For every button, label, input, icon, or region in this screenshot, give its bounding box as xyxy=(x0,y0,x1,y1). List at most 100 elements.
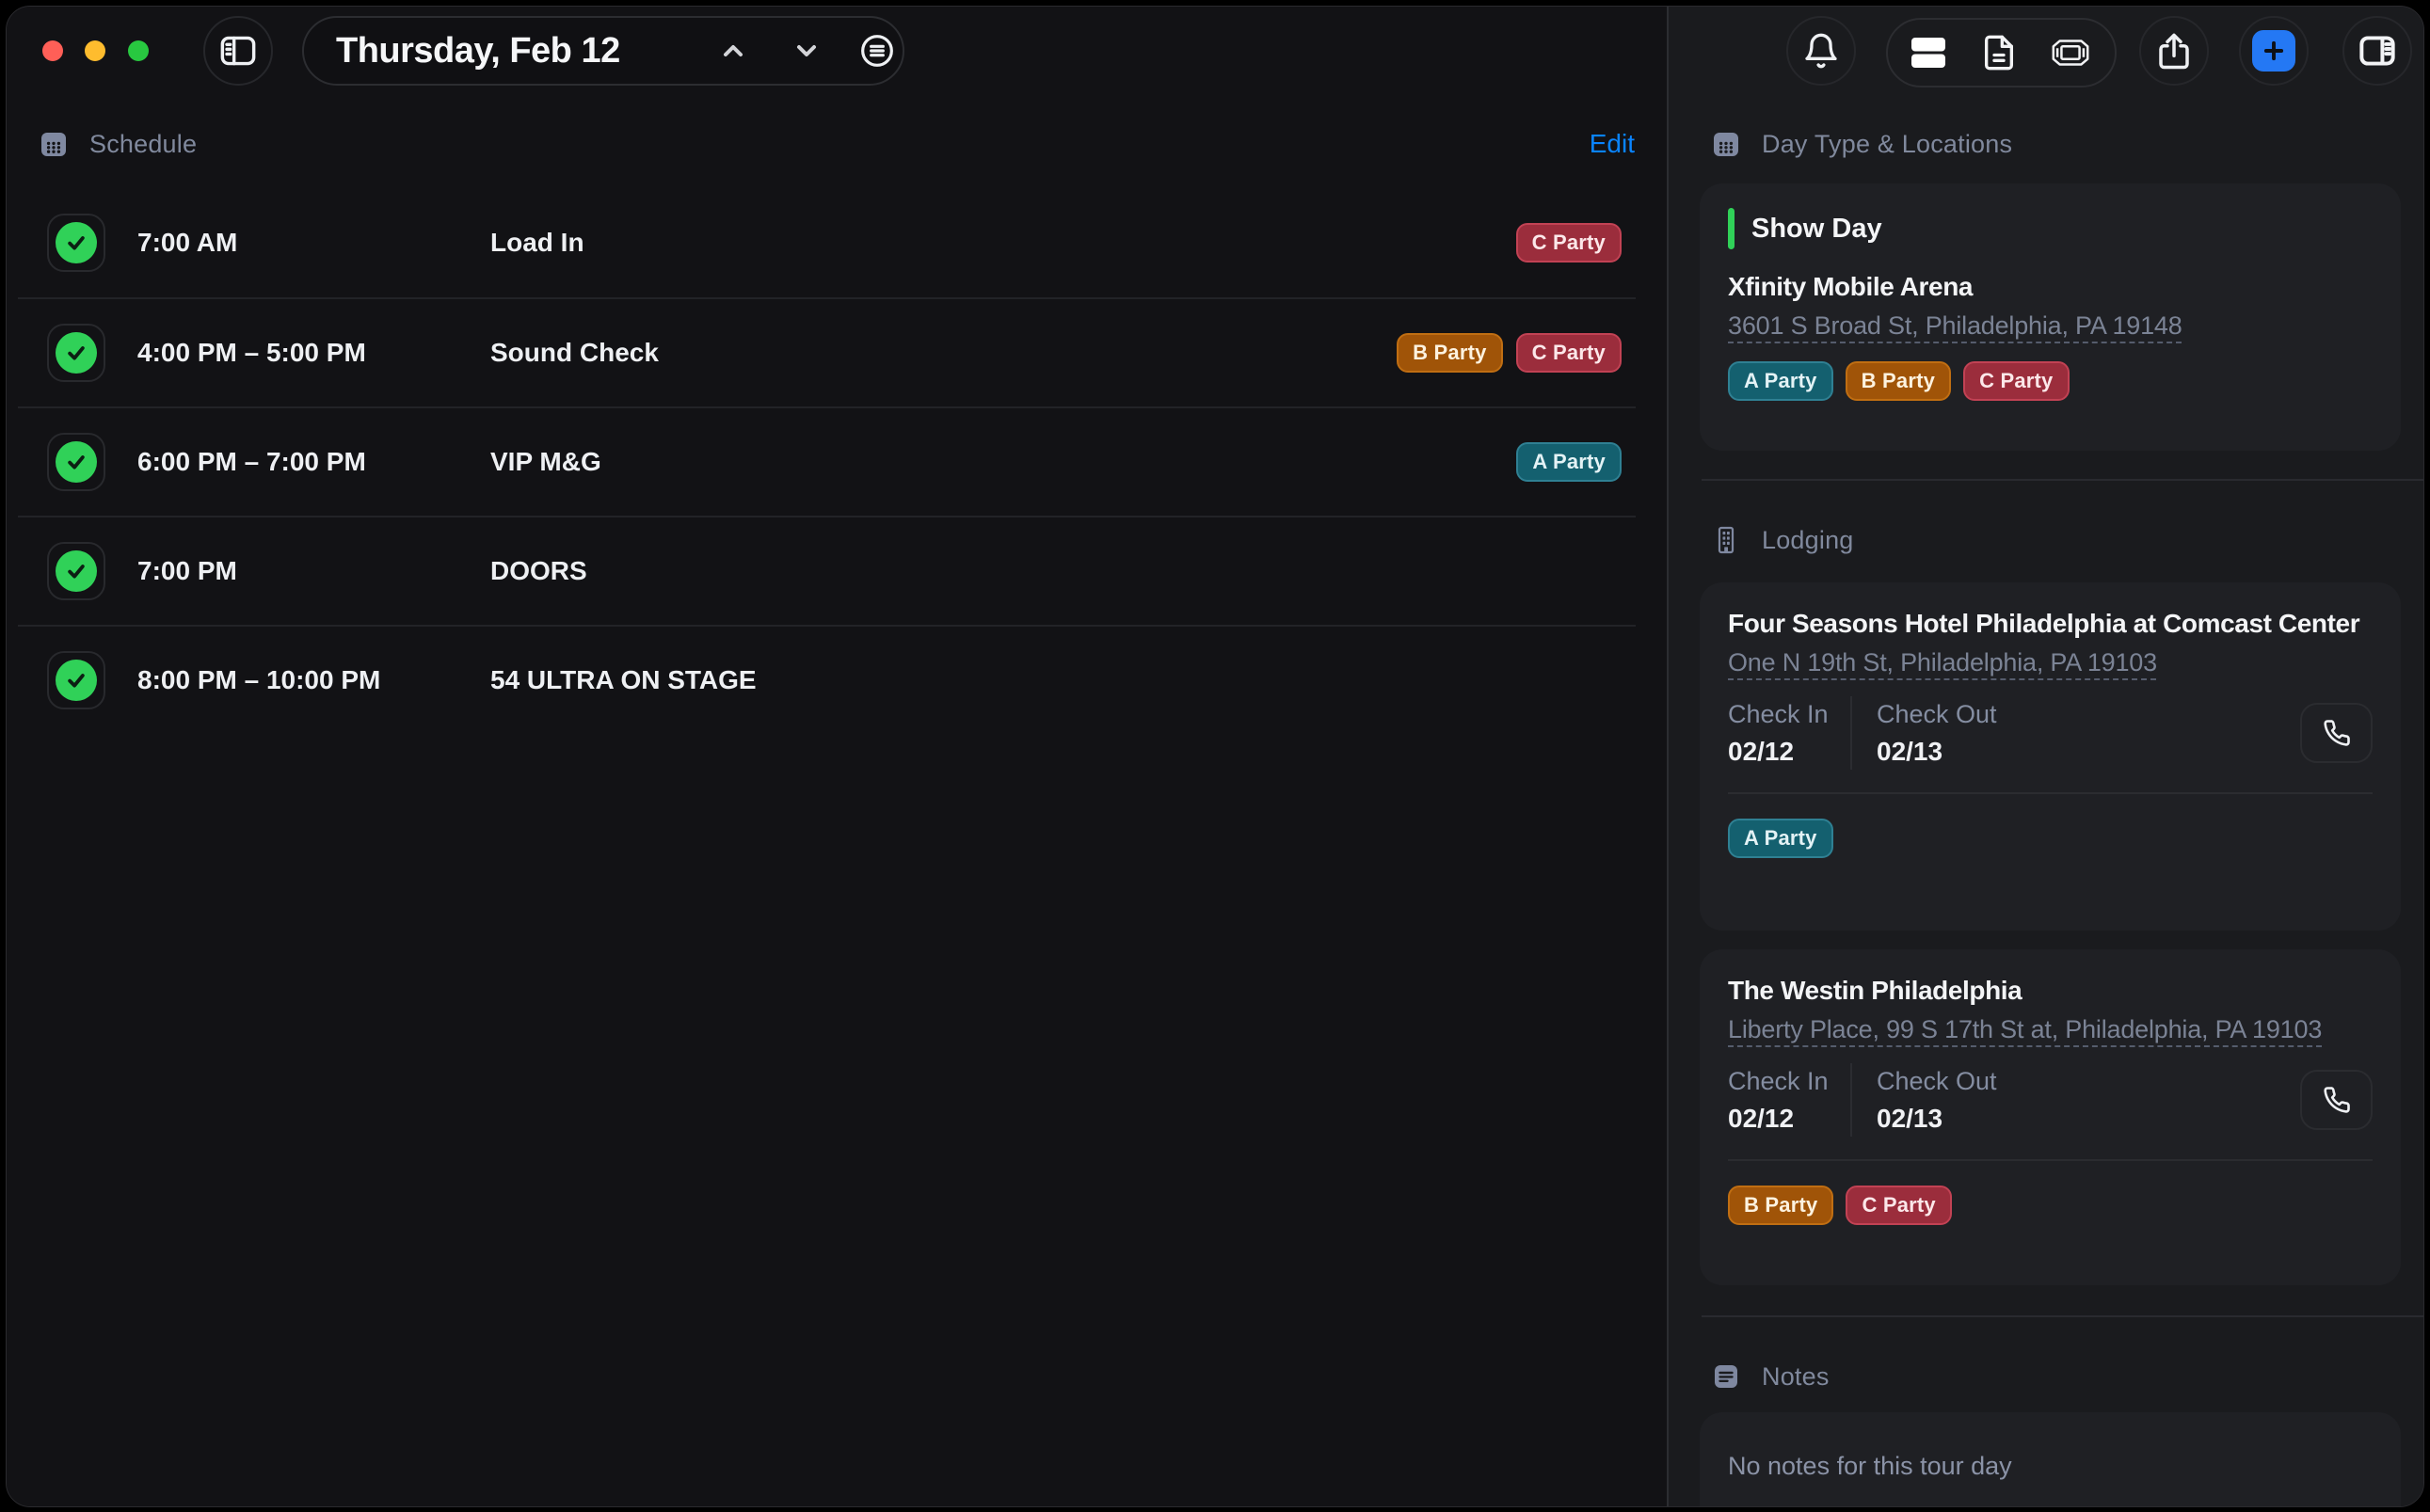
check-in-label: Check In xyxy=(1728,1067,1846,1096)
document-icon xyxy=(1980,34,2018,72)
details-sidebar-toggle-button[interactable] xyxy=(2342,16,2412,86)
party-badge: A Party xyxy=(1728,819,1833,858)
event-time: 7:00 PM xyxy=(137,556,490,586)
check-out-label: Check Out xyxy=(1877,1067,1997,1096)
party-badge: C Party xyxy=(1516,333,1622,373)
phone-icon xyxy=(2323,719,2351,747)
party-badge: A Party xyxy=(1728,361,1833,401)
day-type-row: Show Day xyxy=(1728,208,2373,249)
event-complete-button[interactable] xyxy=(47,214,105,272)
call-hotel-button[interactable] xyxy=(2300,703,2373,763)
bell-icon xyxy=(1802,32,1840,70)
cards-view-icon xyxy=(1910,34,1947,72)
sidebar-toggle-button[interactable] xyxy=(203,16,273,86)
check-circle-icon xyxy=(56,332,97,374)
party-badge: C Party xyxy=(1963,361,2069,401)
section-separator xyxy=(1702,1315,2423,1317)
check-in-date: 02/12 xyxy=(1728,1104,1846,1134)
lodging-card: The Westin Philadelphia Liberty Place, 9… xyxy=(1700,949,2401,1285)
party-badge: B Party xyxy=(1846,361,1951,401)
venue-badges: A Party B Party C Party xyxy=(1728,361,2373,401)
sidebar-left-icon xyxy=(217,33,259,69)
party-badge: B Party xyxy=(1728,1186,1833,1225)
event-title: 54 ULTRA ON STAGE xyxy=(490,665,1622,695)
event-complete-button[interactable] xyxy=(47,433,105,491)
schedule-section-header: Schedule xyxy=(39,123,197,165)
check-circle-icon xyxy=(56,222,97,263)
details-panel: Day Type & Locations Show Day Xfinity Mo… xyxy=(1669,7,2424,1506)
view-switcher xyxy=(1886,18,2117,88)
hotel-address-link[interactable]: One N 19th St, Philadelphia, PA 19103 xyxy=(1728,648,2157,677)
notifications-button[interactable] xyxy=(1786,16,1856,86)
check-out-date: 02/13 xyxy=(1877,737,1997,767)
ticket-view-button[interactable] xyxy=(2049,34,2092,72)
check-out-column: Check Out 02/13 xyxy=(1877,1067,1997,1134)
party-badge: B Party xyxy=(1397,333,1502,373)
check-divider xyxy=(1850,1063,1852,1137)
notes-section-header: Notes xyxy=(1711,1356,1830,1397)
calendar-icon xyxy=(1711,129,1741,159)
hotel-name: The Westin Philadelphia xyxy=(1728,976,2373,1006)
check-in-date: 02/12 xyxy=(1728,737,1846,767)
schedule-row[interactable]: 7:00 PM DOORS xyxy=(18,516,1636,625)
day-menu-icon[interactable] xyxy=(858,32,896,70)
event-time: 6:00 PM – 7:00 PM xyxy=(137,447,490,477)
chevron-down-icon[interactable] xyxy=(791,36,822,66)
event-title: DOORS xyxy=(490,556,1622,586)
day-type-accent-bar xyxy=(1728,208,1735,249)
notes-empty-text: No notes for this tour day xyxy=(1728,1452,2373,1481)
schedule-row[interactable]: 4:00 PM – 5:00 PM Sound Check B Party C P… xyxy=(18,297,1636,406)
schedule-list: 7:00 AM Load In C Party 4:00 PM – 5:00 P… xyxy=(18,188,1636,734)
chevron-up-icon[interactable] xyxy=(718,36,748,66)
document-view-button[interactable] xyxy=(1980,34,2018,72)
schedule-row[interactable]: 7:00 AM Load In C Party xyxy=(18,188,1636,297)
event-complete-button[interactable] xyxy=(47,651,105,709)
event-complete-button[interactable] xyxy=(47,542,105,600)
event-time: 4:00 PM – 5:00 PM xyxy=(137,338,490,368)
event-time: 7:00 AM xyxy=(137,228,490,258)
day-type-section-title: Day Type & Locations xyxy=(1762,130,2012,159)
check-in-out-block: Check In 02/12 Check Out 02/13 xyxy=(1728,696,2373,770)
schedule-panel: Schedule Edit 7:00 AM Load In C Party 4:… xyxy=(7,7,1667,1506)
toolbar: Thursday, Feb 12 xyxy=(7,7,2423,106)
schedule-row[interactable]: 8:00 PM – 10:00 PM 54 ULTRA ON STAGE xyxy=(18,625,1636,734)
current-date-label: Thursday, Feb 12 xyxy=(336,31,620,72)
hotel-badges: B PartyC Party xyxy=(1728,1186,2373,1225)
cards-view-button[interactable] xyxy=(1910,34,1947,72)
lodging-section-header: Lodging xyxy=(1711,519,1854,561)
check-circle-icon xyxy=(56,441,97,483)
ticket-icon xyxy=(2049,34,2092,72)
event-time: 8:00 PM – 10:00 PM xyxy=(137,665,490,695)
venue-name: Xfinity Mobile Arena xyxy=(1728,272,2373,302)
schedule-section-title: Schedule xyxy=(89,130,197,159)
close-window-button[interactable] xyxy=(42,40,63,61)
hotel-name: Four Seasons Hotel Philadelphia at Comca… xyxy=(1728,609,2373,639)
app-window: Schedule Edit 7:00 AM Load In C Party 4:… xyxy=(6,6,2424,1507)
event-title: Sound Check xyxy=(490,338,1397,368)
hotel-badges: A Party xyxy=(1728,819,2373,858)
check-out-date: 02/13 xyxy=(1877,1104,1997,1134)
share-icon xyxy=(2154,31,2194,71)
add-button[interactable] xyxy=(2239,16,2309,86)
schedule-row[interactable]: 6:00 PM – 7:00 PM VIP M&G A Party xyxy=(18,406,1636,516)
day-type-label: Show Day xyxy=(1751,214,1882,245)
date-selector[interactable]: Thursday, Feb 12 xyxy=(302,16,904,86)
event-badges: C Party xyxy=(1516,223,1622,263)
building-icon xyxy=(1711,525,1741,555)
hotel-address-link[interactable]: Liberty Place, 99 S 17th St at, Philadel… xyxy=(1728,1015,2322,1044)
event-complete-button[interactable] xyxy=(47,324,105,382)
share-button[interactable] xyxy=(2139,16,2209,86)
check-in-out-block: Check In 02/12 Check Out 02/13 xyxy=(1728,1063,2373,1137)
check-in-label: Check In xyxy=(1728,700,1846,729)
venue-address-link[interactable]: 3601 S Broad St, Philadelphia, PA 19148 xyxy=(1728,311,2182,341)
check-circle-icon xyxy=(56,660,97,701)
day-type-section-header: Day Type & Locations xyxy=(1711,123,2012,165)
zoom-window-button[interactable] xyxy=(128,40,149,61)
event-badges: B Party C Party xyxy=(1397,333,1622,373)
call-hotel-button[interactable] xyxy=(2300,1070,2373,1130)
minimize-window-button[interactable] xyxy=(85,40,105,61)
edit-schedule-button[interactable]: Edit xyxy=(1590,123,1635,165)
notes-section-title: Notes xyxy=(1762,1362,1830,1392)
plus-icon xyxy=(2252,30,2295,72)
lodging-section-title: Lodging xyxy=(1762,526,1854,555)
